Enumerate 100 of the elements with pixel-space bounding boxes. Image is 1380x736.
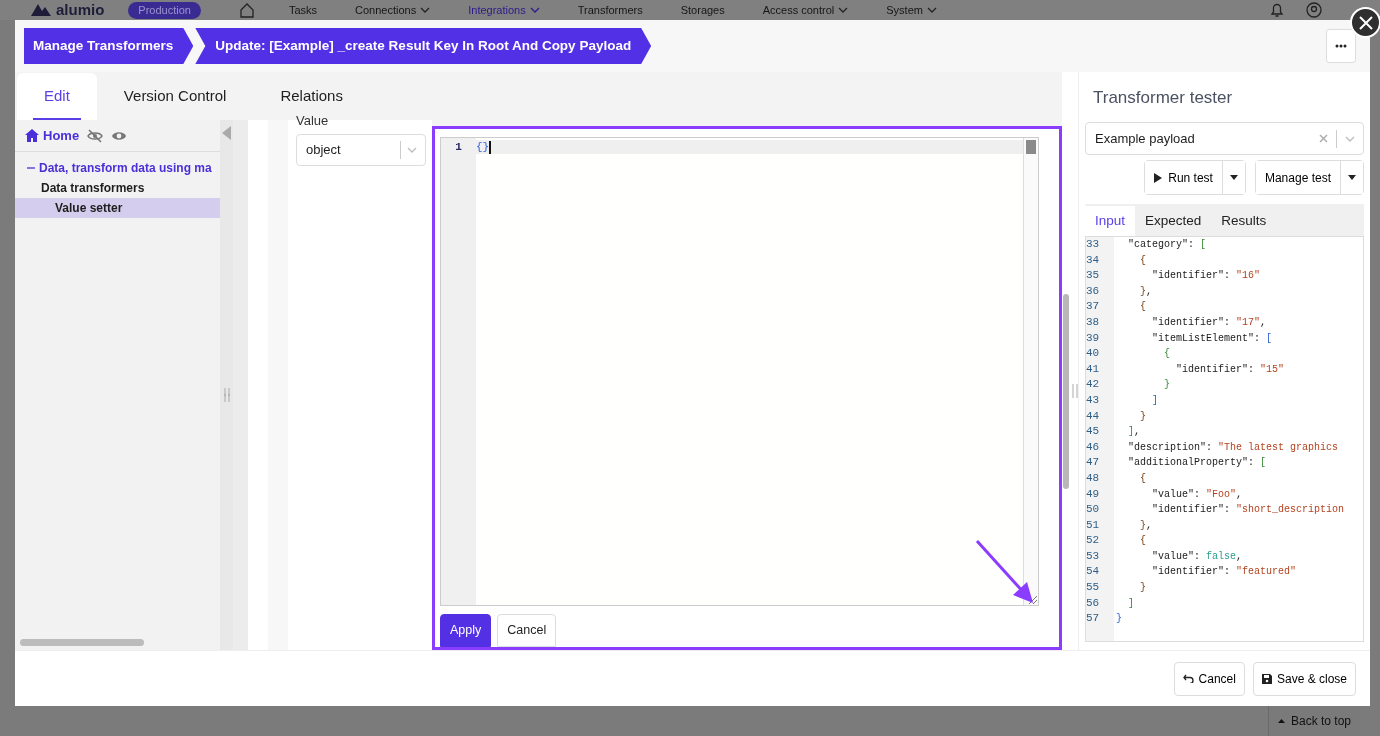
- field-label: Value: [296, 114, 330, 128]
- text-cursor: [489, 140, 491, 154]
- code-line: "itemListElement": [: [1151, 332, 1273, 344]
- code-line: }: [1163, 379, 1171, 391]
- line-number: 33: [1086, 237, 1101, 252]
- caret-down-icon: [1348, 175, 1356, 180]
- line-number: 50: [1086, 502, 1101, 518]
- line-number: 1: [454, 140, 463, 154]
- line-number: 52: [1086, 533, 1101, 549]
- code-line: ],: [1127, 426, 1141, 438]
- nav-item[interactable]: Transformers: [577, 2, 643, 18]
- scrollbar[interactable]: [20, 639, 144, 646]
- line-number: 55: [1086, 580, 1101, 596]
- code-line: "identifier": "16": [1151, 270, 1261, 282]
- line-number: 38: [1086, 314, 1101, 330]
- line-number: 49: [1086, 486, 1101, 502]
- apply-button[interactable]: Apply: [440, 614, 492, 647]
- panel-title: Transformer tester: [1093, 88, 1234, 108]
- code-line: "description": "The latest graphics: [1127, 441, 1339, 453]
- pointer-arrow: [975, 539, 1035, 605]
- line-number: 57: [1086, 611, 1101, 627]
- scrollbar-thumb[interactable]: [1026, 140, 1036, 154]
- undo-icon: [1182, 674, 1194, 683]
- breadcrumb-item[interactable]: Update: [Example] _create Result Key In Root And Copy Payload: [195, 28, 652, 64]
- dropdown-toggle[interactable]: [1221, 161, 1245, 194]
- dropdown-toggle[interactable]: [1340, 161, 1363, 194]
- eye-icon[interactable]: [111, 129, 128, 142]
- code-line: "value": "Foo",: [1151, 488, 1243, 500]
- home-icon: [25, 129, 39, 142]
- clear-icon[interactable]: [1319, 134, 1328, 143]
- line-number: 53: [1086, 548, 1101, 564]
- tab[interactable]: Edit: [17, 73, 97, 120]
- code-line: ]: [1127, 597, 1135, 609]
- cancel-button[interactable]: Cancel: [1173, 661, 1245, 696]
- nav-item[interactable]: Tasks: [288, 2, 318, 18]
- code-line: }: [1116, 613, 1122, 625]
- tab[interactable]: Version Control: [96, 73, 254, 120]
- chevron-down-icon: [1345, 135, 1355, 142]
- code-line: {: [1139, 301, 1147, 313]
- caret-down-icon: [1229, 175, 1238, 180]
- more-icon: [1335, 44, 1347, 48]
- breadcrumb-item[interactable]: Manage Transformers: [24, 28, 194, 64]
- caret-up-icon: [1277, 719, 1285, 723]
- code-line: {: [1139, 254, 1147, 266]
- splitter-handle-icon[interactable]: [1071, 384, 1078, 398]
- code-line: "identifier": "15": [1175, 363, 1285, 375]
- line-number: 45: [1086, 424, 1101, 440]
- line-number: 42: [1086, 377, 1101, 393]
- line-number: 40: [1086, 346, 1101, 362]
- tree-item[interactable]: Value setter: [15, 198, 220, 218]
- code-line: {: [1139, 535, 1147, 547]
- code-line: }: [1139, 410, 1147, 422]
- line-number: 54: [1086, 564, 1101, 580]
- payload-select[interactable]: Example payload: [1085, 122, 1364, 155]
- line-number: 35: [1086, 268, 1101, 284]
- tree-item[interactable]: Data, transform data using ma: [15, 158, 220, 178]
- line-number: 51: [1086, 517, 1101, 533]
- line-number: 56: [1086, 595, 1101, 611]
- splitter-handle-icon[interactable]: [223, 388, 230, 402]
- line-number: 44: [1086, 408, 1101, 424]
- code-line: }: [1139, 582, 1147, 594]
- play-icon: [1154, 172, 1163, 183]
- line-number: 48: [1086, 470, 1101, 486]
- line-number: 39: [1086, 330, 1101, 346]
- floppy-icon: [1261, 673, 1272, 684]
- type-select[interactable]: object: [296, 134, 426, 166]
- code-line: "value": false,: [1151, 550, 1243, 562]
- nav-item[interactable]: System: [886, 2, 937, 18]
- code-line: },: [1139, 285, 1153, 297]
- line-number: 43: [1086, 392, 1101, 408]
- code-line: {}: [476, 140, 490, 154]
- nav-item[interactable]: Storages: [680, 2, 725, 18]
- home-link[interactable]: Home: [25, 125, 80, 146]
- cancel-button[interactable]: Cancel: [497, 614, 557, 647]
- tab[interactable]: Results: [1211, 206, 1277, 236]
- code-line: "category": [: [1127, 239, 1207, 250]
- line-number: 41: [1086, 361, 1101, 377]
- tab[interactable]: Expected: [1135, 206, 1212, 236]
- environment-badge: Production: [128, 1, 201, 19]
- line-number: 47: [1086, 455, 1101, 471]
- minus-icon[interactable]: [27, 164, 35, 172]
- save-close-button[interactable]: Save & close: [1252, 661, 1356, 696]
- nav-item[interactable]: Access control: [762, 2, 849, 18]
- logo-text: alumio: [56, 1, 105, 19]
- bell-icon[interactable]: [1270, 2, 1284, 18]
- code-editor[interactable]: 1 {}: [440, 137, 1039, 606]
- scrollbar-thumb[interactable]: [1062, 293, 1069, 489]
- line-number: 37: [1086, 299, 1101, 315]
- line-number: 46: [1086, 439, 1101, 455]
- line-number: 34: [1086, 252, 1101, 268]
- line-number: 36: [1086, 283, 1101, 299]
- tree-item[interactable]: Data transformers: [15, 178, 220, 198]
- chevron-down-icon: [407, 147, 417, 153]
- code-line: {: [1163, 348, 1171, 360]
- code-line: },: [1139, 519, 1153, 531]
- nav-item[interactable]: Connections: [355, 2, 431, 18]
- eye-slash-icon[interactable]: [87, 128, 104, 143]
- tab[interactable]: Input: [1085, 206, 1136, 236]
- code-line: "identifier": "short_description: [1151, 504, 1345, 516]
- home-icon[interactable]: [238, 2, 255, 18]
